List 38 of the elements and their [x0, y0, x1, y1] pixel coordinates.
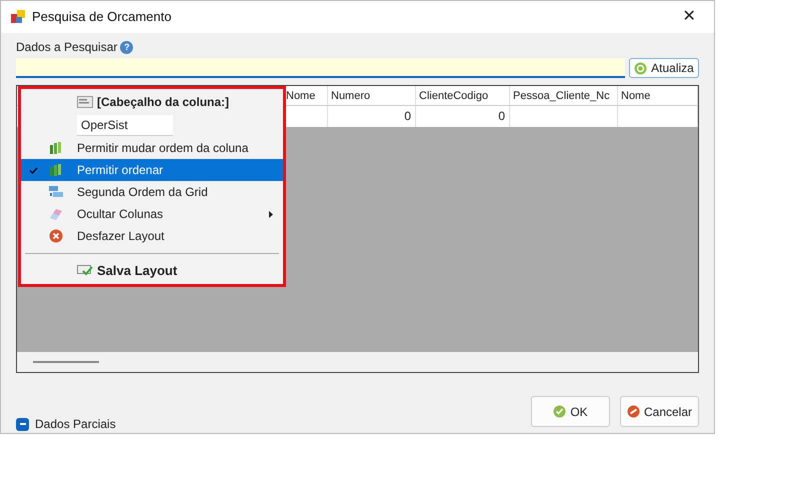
window-title: Pesquisa de Orcamento: [32, 8, 172, 26]
refresh-button[interactable]: Atualiza: [629, 58, 699, 78]
column-header[interactable]: Pessoa_Cliente_Nc: [510, 86, 618, 105]
menu-item[interactable]: Permitir ordenar: [21, 159, 283, 181]
menu-item[interactable]: Ocultar Colunas: [21, 203, 283, 225]
layout-save-icon: [77, 265, 93, 277]
partial-data-checkbox[interactable]: [16, 418, 29, 430]
menu-header: [Cabeçalho da coluna:]: [97, 94, 230, 111]
menu-item[interactable]: Segunda Ordem da Grid: [21, 181, 283, 203]
bars-icon: [49, 141, 63, 155]
cancel-button[interactable]: Cancelar: [620, 396, 699, 427]
table-cell: 0: [328, 106, 416, 127]
column-name-field[interactable]: OperSist: [77, 114, 173, 136]
help-icon[interactable]: ?: [120, 40, 134, 54]
close-button[interactable]: ✕: [674, 3, 704, 31]
ok-button[interactable]: OK: [531, 396, 610, 427]
search-field[interactable]: [16, 58, 625, 78]
app-icon: [11, 10, 25, 24]
column-header-icon: [77, 96, 93, 108]
partial-data-label: Dados Parciais: [35, 416, 116, 433]
menu-item[interactable]: Permitir mudar ordem da coluna: [21, 137, 283, 159]
column-header[interactable]: Nome: [618, 86, 698, 105]
menu-item[interactable]: Salva Layout: [21, 260, 283, 282]
refresh-icon: [634, 62, 648, 74]
submenu-arrow-icon: [269, 211, 273, 218]
cancel-icon: [49, 229, 63, 243]
menu-item[interactable]: Desfazer Layout: [21, 225, 283, 247]
table-cell: 0: [416, 106, 510, 127]
bars-icon: [49, 163, 63, 177]
column-header[interactable]: ClienteCodigo: [416, 86, 510, 105]
cancel-icon: [626, 405, 640, 418]
list-icon: [49, 186, 63, 198]
column-header[interactable]: Numero: [328, 86, 416, 105]
eraser-icon: [49, 207, 63, 221]
check-icon: [29, 166, 38, 174]
check-icon: [553, 405, 566, 418]
search-label: Dados a Pesquisar: [16, 39, 118, 56]
scrollbar-thumb[interactable]: [33, 361, 99, 363]
